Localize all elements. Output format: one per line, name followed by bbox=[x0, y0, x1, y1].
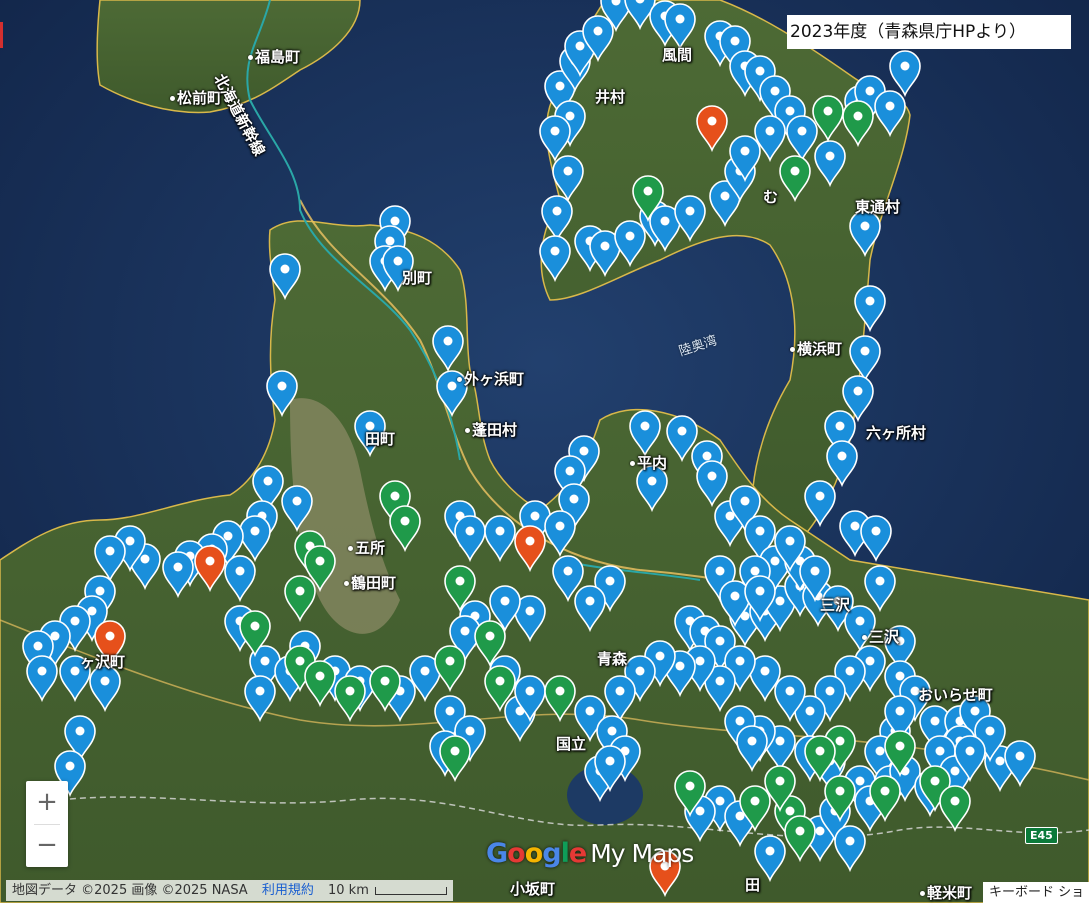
scale-label: 10 km bbox=[328, 883, 369, 898]
place-label-imabetsu: 別町 bbox=[402, 269, 433, 287]
place-label-kokuritsu: 国立 bbox=[556, 735, 587, 753]
place-label-kosaka: 小坂町 bbox=[510, 880, 556, 898]
place-label-goshogawara: 五所 bbox=[348, 537, 385, 558]
place-label-kazama: 風間 bbox=[662, 46, 693, 64]
zoom-control: + − bbox=[26, 781, 68, 867]
place-label-aomori: 青森 bbox=[597, 650, 628, 668]
place-label-karumai: 軽米町 bbox=[920, 882, 972, 903]
place-label-sotogahama: 外ヶ浜町 bbox=[457, 368, 524, 389]
google-my-maps-logo: Google My Maps bbox=[486, 838, 694, 869]
place-label-tsuruta: 鶴田町 bbox=[344, 572, 396, 593]
place-label-higashidori: 東通村 bbox=[855, 198, 901, 216]
highway-shield: E45 bbox=[1025, 827, 1058, 844]
place-label-mutsu: む bbox=[763, 188, 779, 206]
zoom-in-button[interactable]: + bbox=[26, 781, 68, 824]
place-label-misawa: 三沢 bbox=[820, 596, 851, 614]
place-label-oi: 井村 bbox=[595, 88, 626, 106]
zoom-out-button[interactable]: − bbox=[26, 824, 68, 867]
terms-link[interactable]: 利用規約 bbox=[262, 883, 314, 898]
layer-title-box: 2023年度（青森県庁HPより） bbox=[787, 15, 1071, 49]
place-label-fukushima: 福島町 bbox=[248, 46, 300, 67]
place-label-misawa-city: 三沢 bbox=[862, 626, 899, 647]
place-label-ajigasawa: ヶ沢町 bbox=[80, 653, 126, 671]
satellite-map[interactable] bbox=[0, 0, 1089, 903]
edge-marker bbox=[0, 22, 3, 48]
place-label-nakadomari: 田町 bbox=[365, 430, 396, 448]
map-attribution: 地図データ ©2025 画像 ©2025 NASA 利用規約 10 km bbox=[6, 880, 453, 901]
place-label-tanbe: 田 bbox=[745, 876, 761, 894]
place-label-yokohama: 横浜町 bbox=[790, 338, 842, 359]
place-label-yomogita: 蓬田村 bbox=[465, 419, 517, 440]
place-label-oirase: おいらせ町 bbox=[918, 686, 993, 704]
place-label-hiranai: 平内 bbox=[630, 452, 667, 473]
keyboard-shortcuts-button[interactable]: キーボード ショ bbox=[983, 882, 1089, 903]
scale-bar bbox=[374, 886, 447, 895]
attribution-text: 地図データ ©2025 画像 ©2025 NASA bbox=[12, 883, 248, 898]
place-label-rokkasho: 六ヶ所村 bbox=[866, 424, 927, 442]
zoom-divider bbox=[34, 824, 60, 825]
